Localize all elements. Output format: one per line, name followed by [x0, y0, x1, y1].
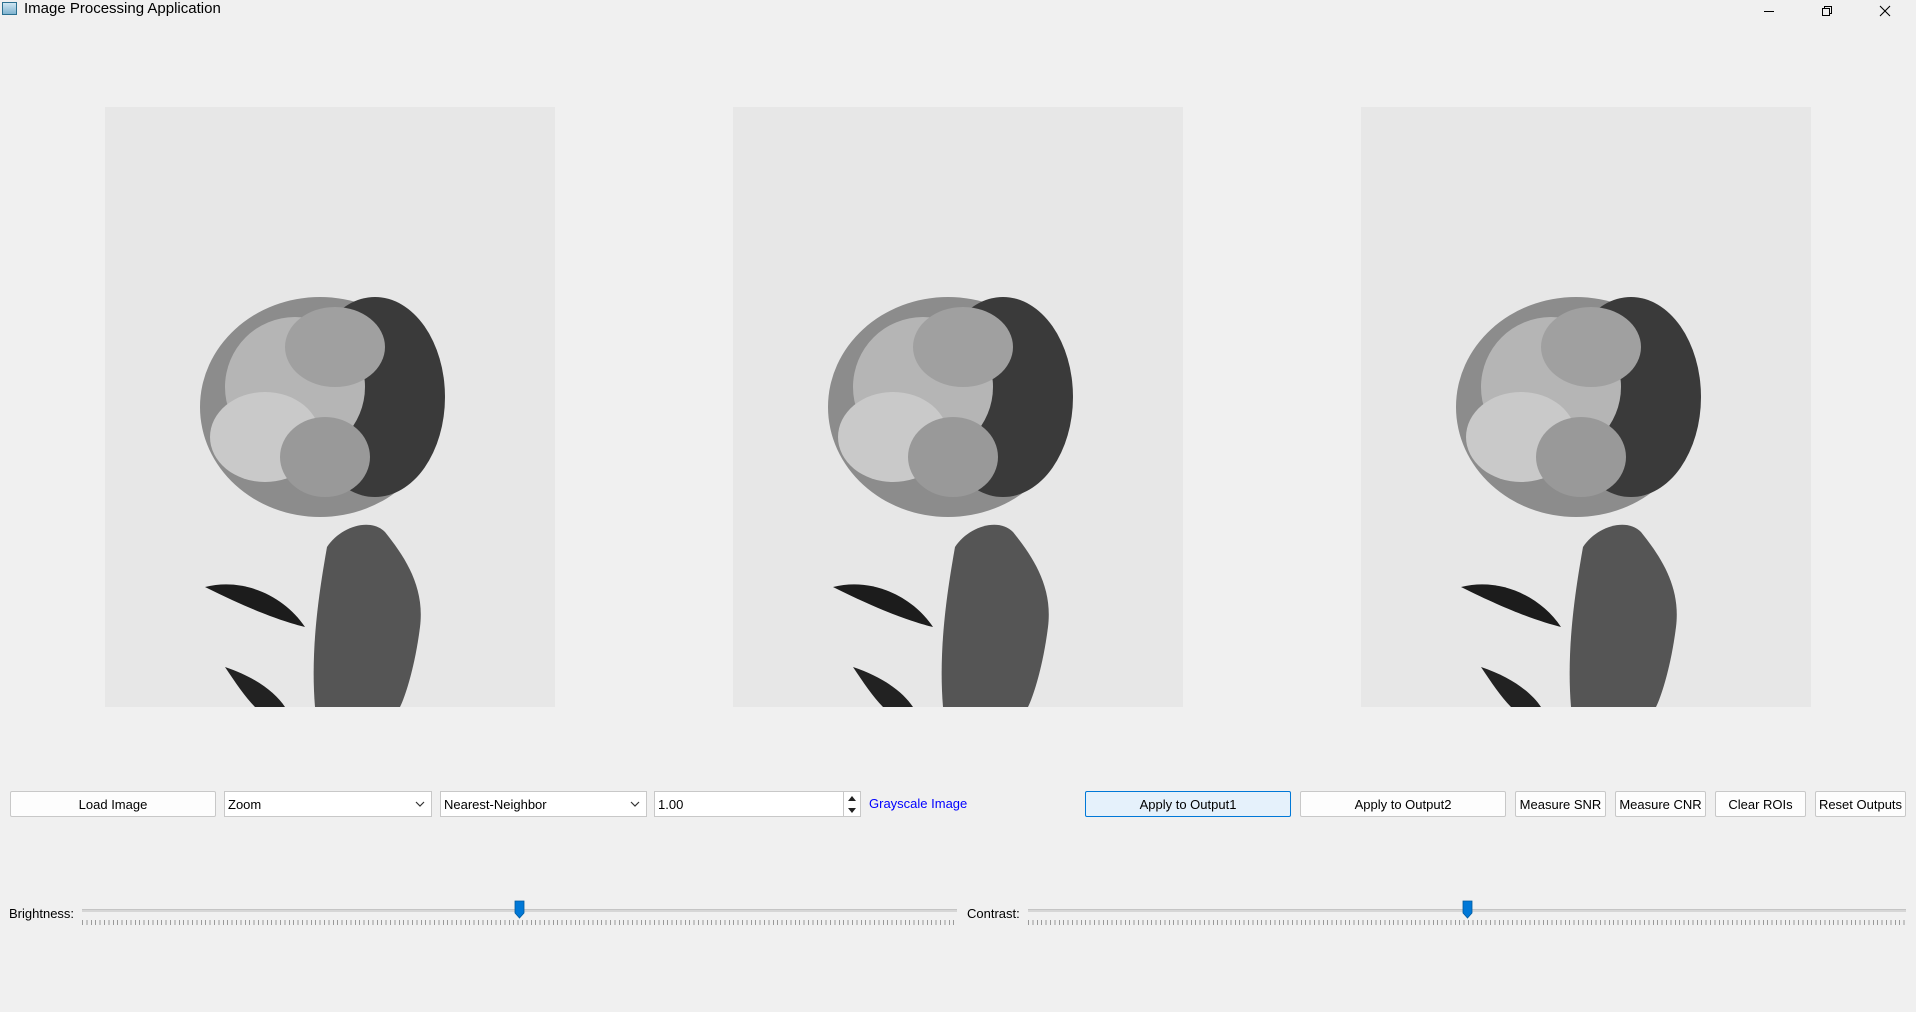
minimize-button[interactable] [1740, 0, 1798, 22]
apply-output1-button[interactable]: Apply to Output1 [1085, 791, 1291, 817]
input-image-panel[interactable] [105, 107, 555, 707]
factor-value: 1.00 [658, 796, 684, 812]
output2-image-panel[interactable] [1361, 107, 1811, 707]
close-button[interactable] [1856, 0, 1914, 22]
triangle-up-icon [848, 795, 856, 801]
spin-up-button[interactable] [844, 792, 860, 804]
load-image-button[interactable]: Load Image [10, 791, 216, 817]
brightness-slider-handle[interactable] [514, 900, 525, 919]
slider-ticks [1028, 920, 1906, 925]
title-bar: Image Processing Application [0, 0, 1916, 22]
minimize-icon [1764, 11, 1774, 12]
apply-output2-button[interactable]: Apply to Output2 [1300, 791, 1506, 817]
reset-outputs-button[interactable]: Reset Outputs [1815, 791, 1906, 817]
contrast-slider-handle[interactable] [1462, 900, 1473, 919]
flower-photo [733, 107, 1183, 707]
app-icon [2, 2, 17, 15]
method-select-value: Nearest-Neighbor [444, 796, 547, 812]
method-select[interactable]: Nearest-Neighbor [440, 791, 647, 817]
contrast-slider[interactable] [1028, 900, 1906, 930]
restore-icon [1822, 6, 1832, 16]
flower-photo [105, 107, 555, 707]
brightness-slider[interactable] [82, 900, 957, 930]
contrast-label: Contrast: [967, 906, 1020, 921]
close-icon [1879, 5, 1891, 17]
operation-select-value: Zoom [228, 796, 262, 812]
output1-image-panel[interactable] [733, 107, 1183, 707]
restore-button[interactable] [1798, 0, 1856, 22]
brightness-label: Brightness: [9, 906, 75, 921]
measure-cnr-button[interactable]: Measure CNR [1615, 791, 1706, 817]
image-type-label: Grayscale Image [869, 796, 968, 811]
factor-spinbox[interactable]: 1.00 [654, 791, 861, 817]
triangle-down-icon [848, 807, 856, 813]
measure-snr-button[interactable]: Measure SNR [1515, 791, 1606, 817]
window-title: Image Processing Application [24, 0, 221, 17]
chevron-down-icon [415, 801, 425, 807]
flower-photo [1361, 107, 1811, 707]
chevron-down-icon [630, 801, 640, 807]
operation-select[interactable]: Zoom [224, 791, 432, 817]
spin-down-button[interactable] [844, 804, 860, 816]
clear-rois-button[interactable]: Clear ROIs [1715, 791, 1806, 817]
slider-ticks [82, 920, 957, 925]
